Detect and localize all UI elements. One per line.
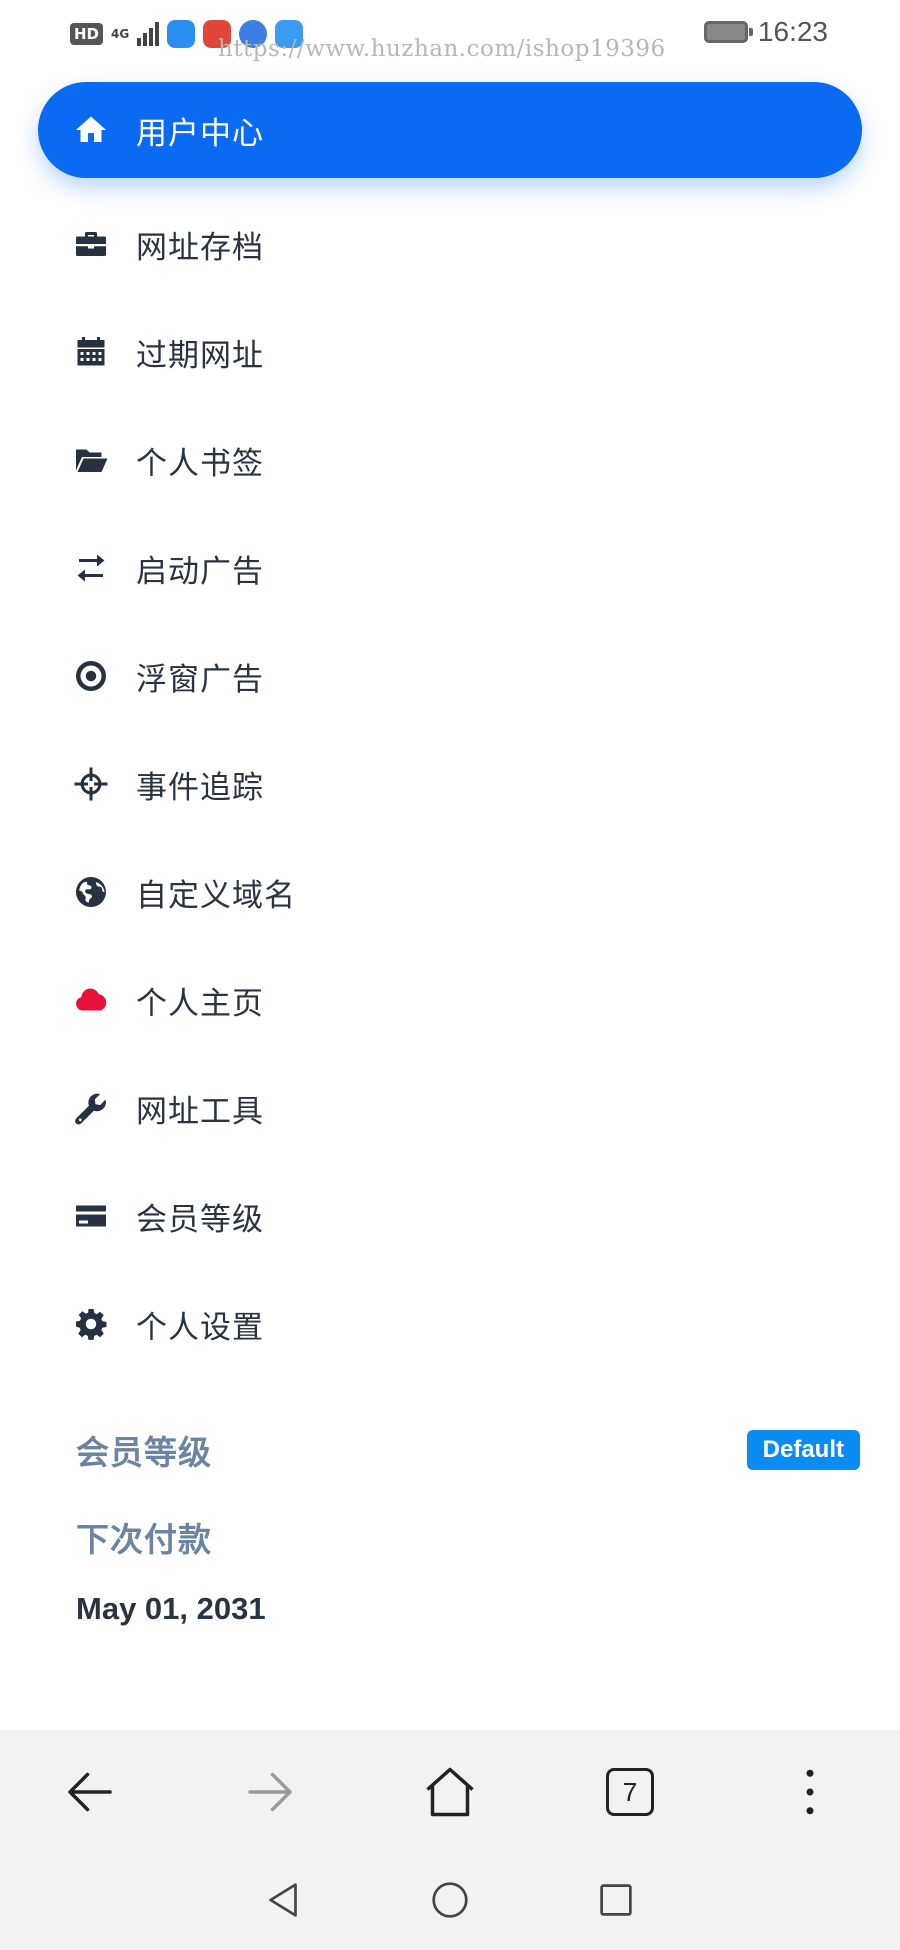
tabs-button[interactable]: 7 bbox=[590, 1752, 670, 1832]
menu-item-label: 浮窗广告 bbox=[136, 661, 264, 698]
menu-item-label: 事件追踪 bbox=[136, 769, 264, 806]
hd-indicator: HD bbox=[70, 23, 104, 45]
menu-item-label: 启动广告 bbox=[136, 553, 264, 590]
menu-item-custom-domain[interactable]: 自定义域名 bbox=[0, 838, 900, 946]
menu-item-expired-urls[interactable]: 过期网址 bbox=[0, 298, 900, 406]
menu-item-label: 个人主页 bbox=[136, 985, 264, 1022]
more-options-button[interactable] bbox=[770, 1752, 850, 1832]
menu-item-label: 会员等级 bbox=[136, 1201, 264, 1238]
watermark-url: https://www.huzhan.com/ishop19396 bbox=[218, 36, 666, 62]
menu-item-bookmarks[interactable]: 个人书签 bbox=[0, 406, 900, 514]
menu-item-event-tracking[interactable]: 事件追踪 bbox=[0, 730, 900, 838]
menu-item-label: 自定义域名 bbox=[136, 877, 296, 914]
target-icon bbox=[72, 657, 110, 695]
next-payment-label: 下次付款 bbox=[76, 1520, 212, 1559]
system-back-button[interactable] bbox=[261, 1877, 307, 1927]
status-bar: HD 4G https://www.huzhan.com/ishop19396 … bbox=[0, 0, 900, 70]
exchange-icon bbox=[72, 549, 110, 587]
home-button[interactable] bbox=[410, 1752, 490, 1832]
network-type: 4G bbox=[111, 27, 130, 41]
signal-icon bbox=[137, 22, 160, 46]
system-navigation-bar bbox=[0, 1854, 900, 1950]
cloud-icon bbox=[72, 981, 110, 1019]
menu-item-float-ads[interactable]: 浮窗广告 bbox=[0, 622, 900, 730]
circle-home-icon bbox=[432, 1882, 468, 1918]
membership-level-badge: Default bbox=[746, 1430, 860, 1470]
menu-item-url-archive[interactable]: 网址存档 bbox=[0, 190, 900, 298]
gear-icon bbox=[72, 1305, 110, 1343]
next-payment-date: May 01, 2031 bbox=[76, 1591, 266, 1626]
calendar-icon bbox=[72, 333, 110, 371]
menu-item-label: 个人设置 bbox=[136, 1309, 264, 1346]
credit-card-icon bbox=[72, 1197, 110, 1235]
globe-icon bbox=[72, 873, 110, 911]
clock: 16:23 bbox=[757, 16, 828, 47]
wrench-icon bbox=[72, 1089, 110, 1127]
browser-toolbar: 7 bbox=[0, 1730, 900, 1854]
tab-count: 7 bbox=[606, 1768, 654, 1816]
membership-level-row: 会员等级 Default bbox=[76, 1425, 860, 1475]
folder-open-icon bbox=[72, 441, 110, 479]
arrow-left-icon bbox=[68, 1772, 112, 1812]
status-icons-right: 16:23 bbox=[703, 16, 828, 48]
menu-item-url-tools[interactable]: 网址工具 bbox=[0, 1054, 900, 1162]
home-icon bbox=[72, 111, 110, 149]
app-notification-icon bbox=[167, 20, 196, 48]
menu-item-membership-level[interactable]: 会员等级 bbox=[0, 1162, 900, 1270]
arrow-right-icon bbox=[248, 1772, 292, 1812]
membership-level-label: 会员等级 bbox=[76, 1433, 212, 1472]
battery-icon bbox=[703, 21, 753, 43]
briefcase-icon bbox=[72, 225, 110, 263]
square-recents-icon bbox=[600, 1884, 632, 1916]
menu-item-settings[interactable]: 个人设置 bbox=[0, 1270, 900, 1378]
menu-item-label: 用户中心 bbox=[136, 115, 264, 152]
menu-item-label: 网址存档 bbox=[136, 229, 264, 266]
more-vertical-icon bbox=[806, 1769, 814, 1815]
home-outline-icon bbox=[426, 1767, 474, 1817]
back-button[interactable] bbox=[50, 1752, 130, 1832]
menu-item-homepage[interactable]: 个人主页 bbox=[0, 946, 900, 1054]
menu-item-user-center[interactable]: 用户中心 bbox=[38, 82, 862, 178]
triangle-back-icon bbox=[269, 1883, 297, 1917]
menu-item-label: 网址工具 bbox=[136, 1093, 264, 1130]
menu-item-label: 个人书签 bbox=[136, 445, 264, 482]
crosshairs-icon bbox=[72, 765, 110, 803]
screen: HD 4G https://www.huzhan.com/ishop19396 … bbox=[0, 0, 900, 1950]
membership-info: 会员等级 Default 下次付款 May 01, 2031 bbox=[76, 1425, 860, 1627]
system-home-button[interactable] bbox=[427, 1877, 473, 1927]
sidebar-menu: 用户中心 网址存档 过期网址 个人书签 启动广告 浮窗广告 事件追踪 自定义域名… bbox=[0, 82, 900, 1378]
forward-button[interactable] bbox=[230, 1752, 310, 1832]
menu-item-label: 过期网址 bbox=[136, 337, 264, 374]
menu-item-launch-ads[interactable]: 启动广告 bbox=[0, 514, 900, 622]
system-recents-button[interactable] bbox=[593, 1877, 639, 1927]
